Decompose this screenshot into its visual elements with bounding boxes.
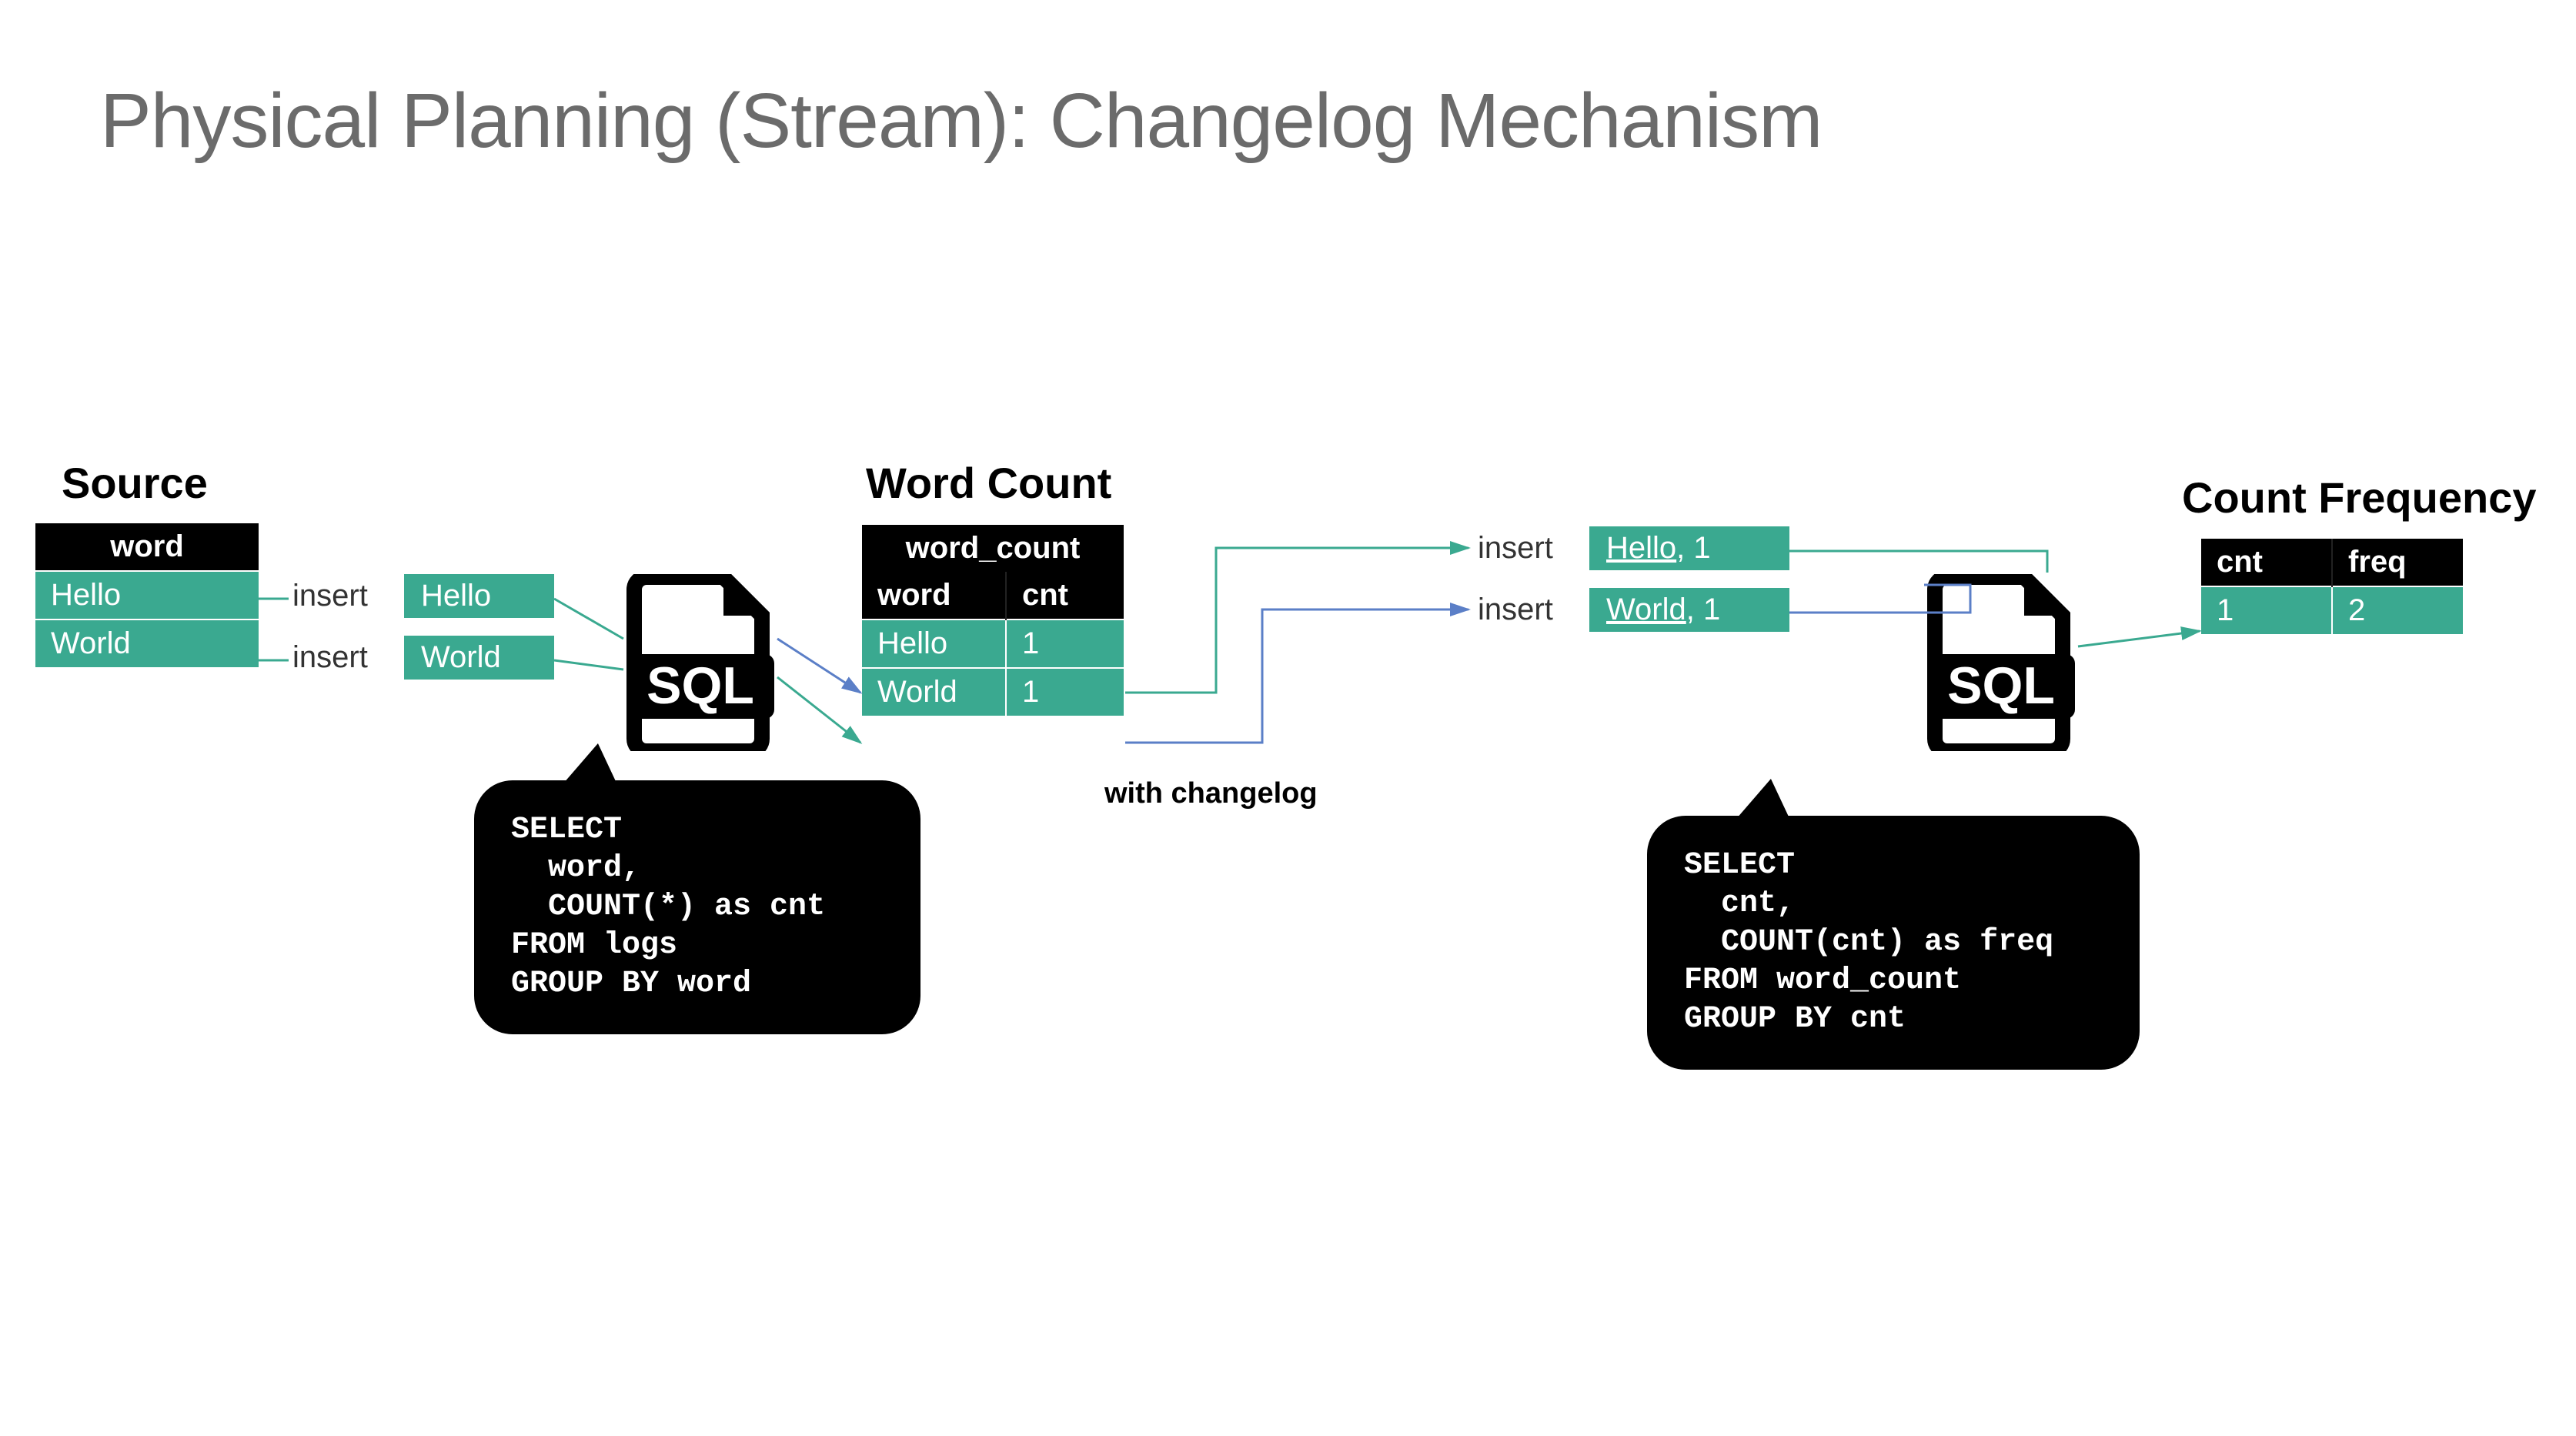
event2-val-1: 1 — [1703, 593, 1720, 626]
countfreq-col-0: cnt — [2201, 539, 2332, 586]
wordcount-caption: word_count — [862, 524, 1124, 572]
event1-op-0: insert — [292, 579, 368, 613]
event1-chip-0: Hello — [404, 574, 554, 618]
connectors — [0, 0, 2576, 1436]
source-table: word Hello World — [35, 523, 259, 667]
wordcount-heading: Word Count — [866, 458, 1111, 508]
wordcount-table: word_count word cnt Hello 1 World 1 — [862, 523, 1124, 716]
wordcount-row-0-0: Hello — [862, 619, 1006, 668]
event2-key-0: Hello — [1606, 531, 1676, 565]
source-col-word: word — [35, 523, 259, 571]
event2-chip-0: Hello, 1 — [1589, 526, 1789, 570]
slide-title: Physical Planning (Stream): Changelog Me… — [100, 77, 1822, 165]
wordcount-col-0: word — [862, 572, 1006, 619]
event2-key-1: World — [1606, 593, 1686, 626]
source-heading: Source — [62, 458, 208, 508]
sql-bubble-2: SELECT cnt, COUNT(cnt) as freq FROM word… — [1647, 816, 2140, 1070]
countfreq-table: cnt freq 1 2 — [2201, 539, 2463, 634]
source-row-0: Hello — [35, 571, 259, 619]
event2-op-0: insert — [1478, 531, 1553, 566]
wordcount-row-0-1: 1 — [1006, 619, 1124, 668]
svg-text:SQL: SQL — [1947, 656, 2055, 715]
source-row-1: World — [35, 619, 259, 667]
countfreq-heading: Count Frequency — [2182, 473, 2536, 523]
sql-bubble-1: SELECT word, COUNT(*) as cnt FROM logs G… — [474, 780, 920, 1034]
event1-chip-1: World — [404, 636, 554, 680]
event1-op-1: insert — [292, 640, 368, 675]
sql-file-icon: SQL — [623, 574, 777, 751]
svg-text:SQL: SQL — [647, 656, 754, 715]
event2-chip-1: World, 1 — [1589, 588, 1789, 632]
wordcount-col-1: cnt — [1006, 572, 1124, 619]
countfreq-row-0-0: 1 — [2201, 586, 2332, 634]
event2-val-0: 1 — [1693, 531, 1710, 565]
countfreq-col-1: freq — [2332, 539, 2463, 586]
event2-op-1: insert — [1478, 593, 1553, 627]
changelog-label: with changelog — [1104, 777, 1318, 810]
countfreq-row-0-1: 2 — [2332, 586, 2463, 634]
wordcount-row-1-0: World — [862, 668, 1006, 716]
sql-file-icon-2: SQL — [1924, 574, 2078, 751]
wordcount-row-1-1: 1 — [1006, 668, 1124, 716]
